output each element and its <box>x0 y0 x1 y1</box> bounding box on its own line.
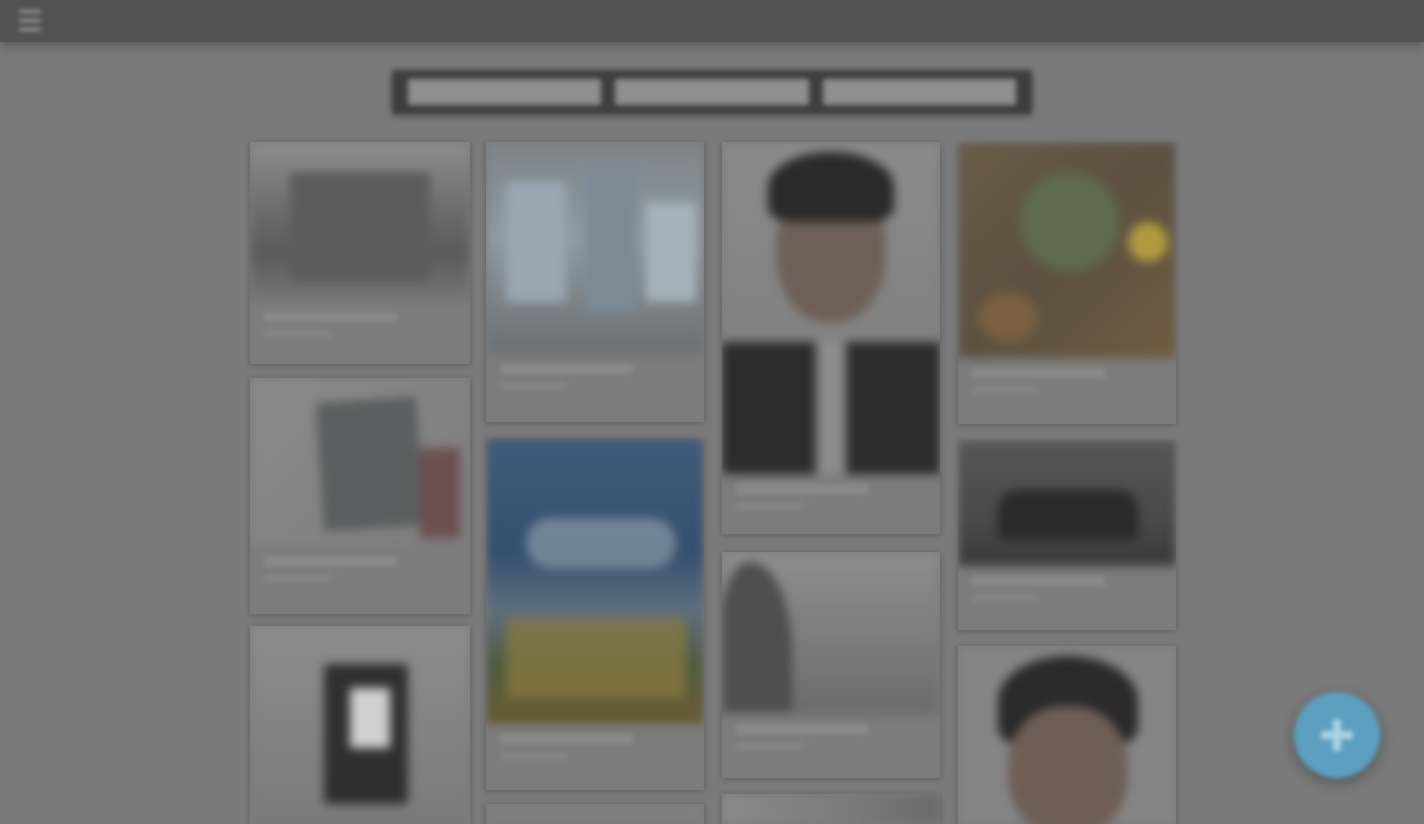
card-subtitle <box>264 330 332 338</box>
card-image <box>722 552 940 714</box>
card-subtitle <box>264 574 332 582</box>
card-subtitle <box>500 752 567 760</box>
card-image <box>958 142 1176 358</box>
card-food-plate[interactable] <box>958 142 1176 424</box>
card-subtitle <box>736 742 803 750</box>
card-meta <box>486 354 704 400</box>
card-image <box>958 440 1176 566</box>
card-meta <box>250 546 470 592</box>
card-image <box>722 142 940 474</box>
card-subtitle <box>736 502 803 510</box>
card-subtitle <box>972 594 1039 602</box>
top-bar <box>0 0 1424 42</box>
card-landscape-mist[interactable] <box>722 552 940 778</box>
tab-3[interactable] <box>822 79 1016 105</box>
hamburger-menu-icon[interactable] <box>12 4 48 36</box>
card-title <box>972 368 1105 378</box>
card-portrait-closeup[interactable] <box>958 646 1176 824</box>
card-portrait-suit[interactable] <box>722 142 940 534</box>
card-image <box>722 794 940 824</box>
card-meta <box>250 302 470 348</box>
tab-2[interactable] <box>615 79 809 105</box>
card-image <box>250 626 470 824</box>
card-subtitle <box>500 382 567 390</box>
card-city-night[interactable] <box>486 438 704 790</box>
card-city-buildings[interactable] <box>486 142 704 422</box>
tab-1[interactable] <box>408 79 602 105</box>
card-tablet-hand[interactable] <box>250 378 470 614</box>
card-image <box>250 142 470 302</box>
card-title <box>500 734 633 744</box>
card-title <box>736 484 869 494</box>
card-meta <box>722 714 940 760</box>
card-title <box>264 312 399 322</box>
menu-line <box>19 9 41 13</box>
plus-icon <box>1321 719 1353 751</box>
card-image <box>958 646 1176 824</box>
menu-line <box>19 27 41 31</box>
card-partial-bottom-2[interactable] <box>486 804 704 824</box>
card-image <box>486 142 704 354</box>
card-meta <box>486 724 704 770</box>
card-meta <box>722 474 940 520</box>
menu-line <box>19 18 41 22</box>
card-subtitle <box>972 386 1039 394</box>
card-car-dark[interactable] <box>958 440 1176 630</box>
card-meta <box>958 358 1176 404</box>
card-title <box>972 576 1105 586</box>
card-title <box>264 556 399 566</box>
add-button[interactable] <box>1294 692 1380 778</box>
card-image <box>486 438 704 724</box>
card-meta <box>958 566 1176 612</box>
card-image <box>486 804 704 824</box>
card-title <box>500 364 633 374</box>
card-mountain-bw[interactable] <box>250 142 470 364</box>
card-title <box>736 724 869 734</box>
card-partial-bottom-3[interactable] <box>722 794 940 824</box>
card-image <box>250 378 470 546</box>
tab-bar <box>392 70 1032 114</box>
card-camera-bw[interactable] <box>250 626 470 824</box>
